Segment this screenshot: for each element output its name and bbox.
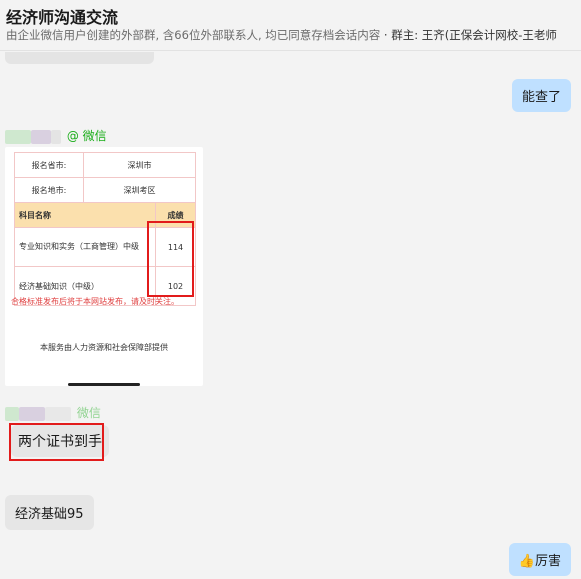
thumbs-up-icon: 👍 <box>518 554 535 569</box>
blurred-name <box>31 129 51 144</box>
blurred-name <box>5 406 19 421</box>
blurred-name <box>51 129 61 144</box>
table-cell: 报名省市: <box>14 152 84 178</box>
message-bubble[interactable]: 经济基础95 <box>5 495 94 530</box>
sender-name: @ 微信 <box>5 127 107 144</box>
my-message-bubble[interactable]: 👍厉害 <box>508 543 571 576</box>
chat-subtitle: 由企业微信用户创建的外部群, 含66位外部联系人, 均已同意存档会话内容 · 群… <box>6 27 557 43</box>
notice-text: 合格标准发布后将于本网站发布，请及时关注。 <box>11 297 179 306</box>
score-highlight-box <box>147 221 194 297</box>
my-message-bubble[interactable]: 能查了 <box>511 79 571 112</box>
chat-header: 经济师沟通交流 由企业微信用户创建的外部群, 含66位外部联系人, 均已同意存档… <box>0 0 581 51</box>
blurred-name <box>45 406 71 421</box>
subject-cell: 专业知识和实务（工商管理）中级 <box>14 227 156 267</box>
message-text: 厉害 <box>534 554 561 569</box>
sender-source: @ 微信 <box>66 129 107 143</box>
home-indicator <box>68 383 140 386</box>
blurred-name <box>5 129 31 144</box>
registration-info-table: 报名省市: 深圳市 报名地市: 深圳考区 <box>14 152 196 203</box>
chat-title[interactable]: 经济师沟通交流 <box>6 4 118 28</box>
service-text: 本服务由人力资源和社会保障部提供 <box>40 343 168 352</box>
table-cell: 深圳考区 <box>83 177 196 203</box>
table-cell: 报名地市: <box>14 177 84 203</box>
group-description: 由企业微信用户创建的外部群, 含66位外部联系人, 均已同意存档会话内容 <box>6 28 381 42</box>
table-cell: 深圳市 <box>83 152 196 178</box>
message-text: 经济基础95 <box>15 507 84 522</box>
message-text: 能查了 <box>521 90 561 105</box>
blurred-name <box>19 406 45 421</box>
table-row: 报名地市: 深圳考区 <box>14 177 196 203</box>
subject-header: 科目名称 <box>14 202 156 228</box>
group-owner: · 群主: 王齐(正保会计网校-王老师 <box>383 28 557 42</box>
sender-source: 微信 <box>76 406 101 420</box>
sender-name: 微信 <box>5 404 101 421</box>
table-row: 报名省市: 深圳市 <box>14 152 196 178</box>
message-highlight-box <box>9 423 104 461</box>
previous-message-bubble[interactable] <box>5 52 154 64</box>
